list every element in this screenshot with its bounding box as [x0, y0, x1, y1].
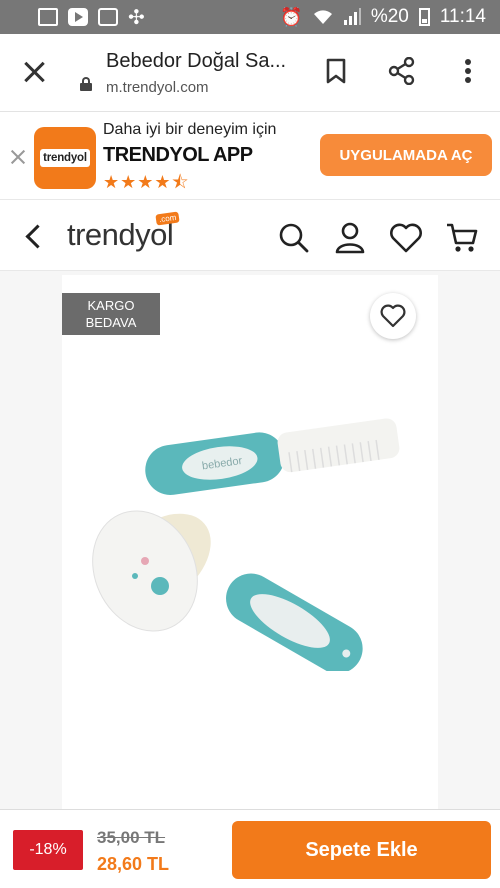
app-install-banner: trendyol Daha iyi bir deneyim için TREND… [0, 112, 500, 200]
page-title: Bebedor Doğal Sa... [106, 50, 287, 72]
trendyol-app-logo: trendyol [34, 127, 96, 189]
status-left-icons: ✣ [38, 5, 145, 30]
youtube-icon [68, 8, 88, 26]
browser-actions [322, 56, 482, 86]
discount-badge: -18% [13, 830, 83, 870]
favorite-icon[interactable] [370, 293, 416, 339]
signal-icon [343, 8, 361, 25]
dismiss-banner-icon[interactable] [9, 148, 27, 166]
share-icon[interactable] [388, 56, 416, 86]
product-photo: bebedor [92, 418, 400, 671]
battery-percent: %20 [370, 6, 409, 27]
add-to-cart-button[interactable]: Sepete Ekle [232, 821, 491, 879]
free-shipping-badge: KARGO BEDAVA [62, 293, 160, 335]
banner-subtitle: Daha iyi bir deneyim için [103, 121, 277, 138]
battery-icon [418, 8, 430, 26]
close-icon[interactable] [20, 58, 48, 86]
app-logo-text: trendyol [40, 149, 90, 167]
heart-icon[interactable] [388, 220, 424, 256]
alarm-icon: ⏰ [280, 6, 303, 27]
open-in-app-button[interactable]: UYGULAMADA AÇ [320, 134, 492, 176]
user-icon[interactable] [332, 220, 368, 256]
search-icon[interactable] [276, 220, 312, 256]
purchase-bar: -18% 35,00 TL 28,60 TL Sepete Ekle [0, 809, 500, 888]
site-header: trendyol .com [0, 201, 500, 271]
header-actions [276, 220, 480, 256]
rating-stars: ★★★★⯪ [103, 172, 190, 192]
browser-toolbar: Bebedor Doğal Sa... m.trendyol.com [0, 34, 500, 112]
image-icon [38, 8, 58, 26]
old-price: 35,00 TL [97, 828, 166, 847]
product-gallery: KARGO BEDAVA bebedor [0, 271, 500, 809]
wifi-icon [313, 10, 332, 24]
current-price: 28,60 TL [97, 854, 170, 874]
status-right-icons: ⏰ %20 11:14 [280, 6, 486, 28]
sync-icon: ✣ [128, 6, 145, 29]
more-icon[interactable] [454, 56, 482, 86]
status-bar: ✣ ⏰ %20 11:14 [0, 0, 500, 34]
back-icon[interactable] [24, 225, 44, 247]
banner-title: TRENDYOL APP [103, 144, 253, 166]
cart-icon[interactable] [444, 220, 480, 256]
clock: 11:14 [439, 6, 486, 27]
bookmark-icon[interactable] [322, 56, 350, 86]
lock-icon [80, 77, 92, 91]
package-icon [98, 8, 118, 26]
logo-com-badge: .com [155, 211, 180, 226]
url-text[interactable]: m.trendyol.com [106, 79, 209, 96]
